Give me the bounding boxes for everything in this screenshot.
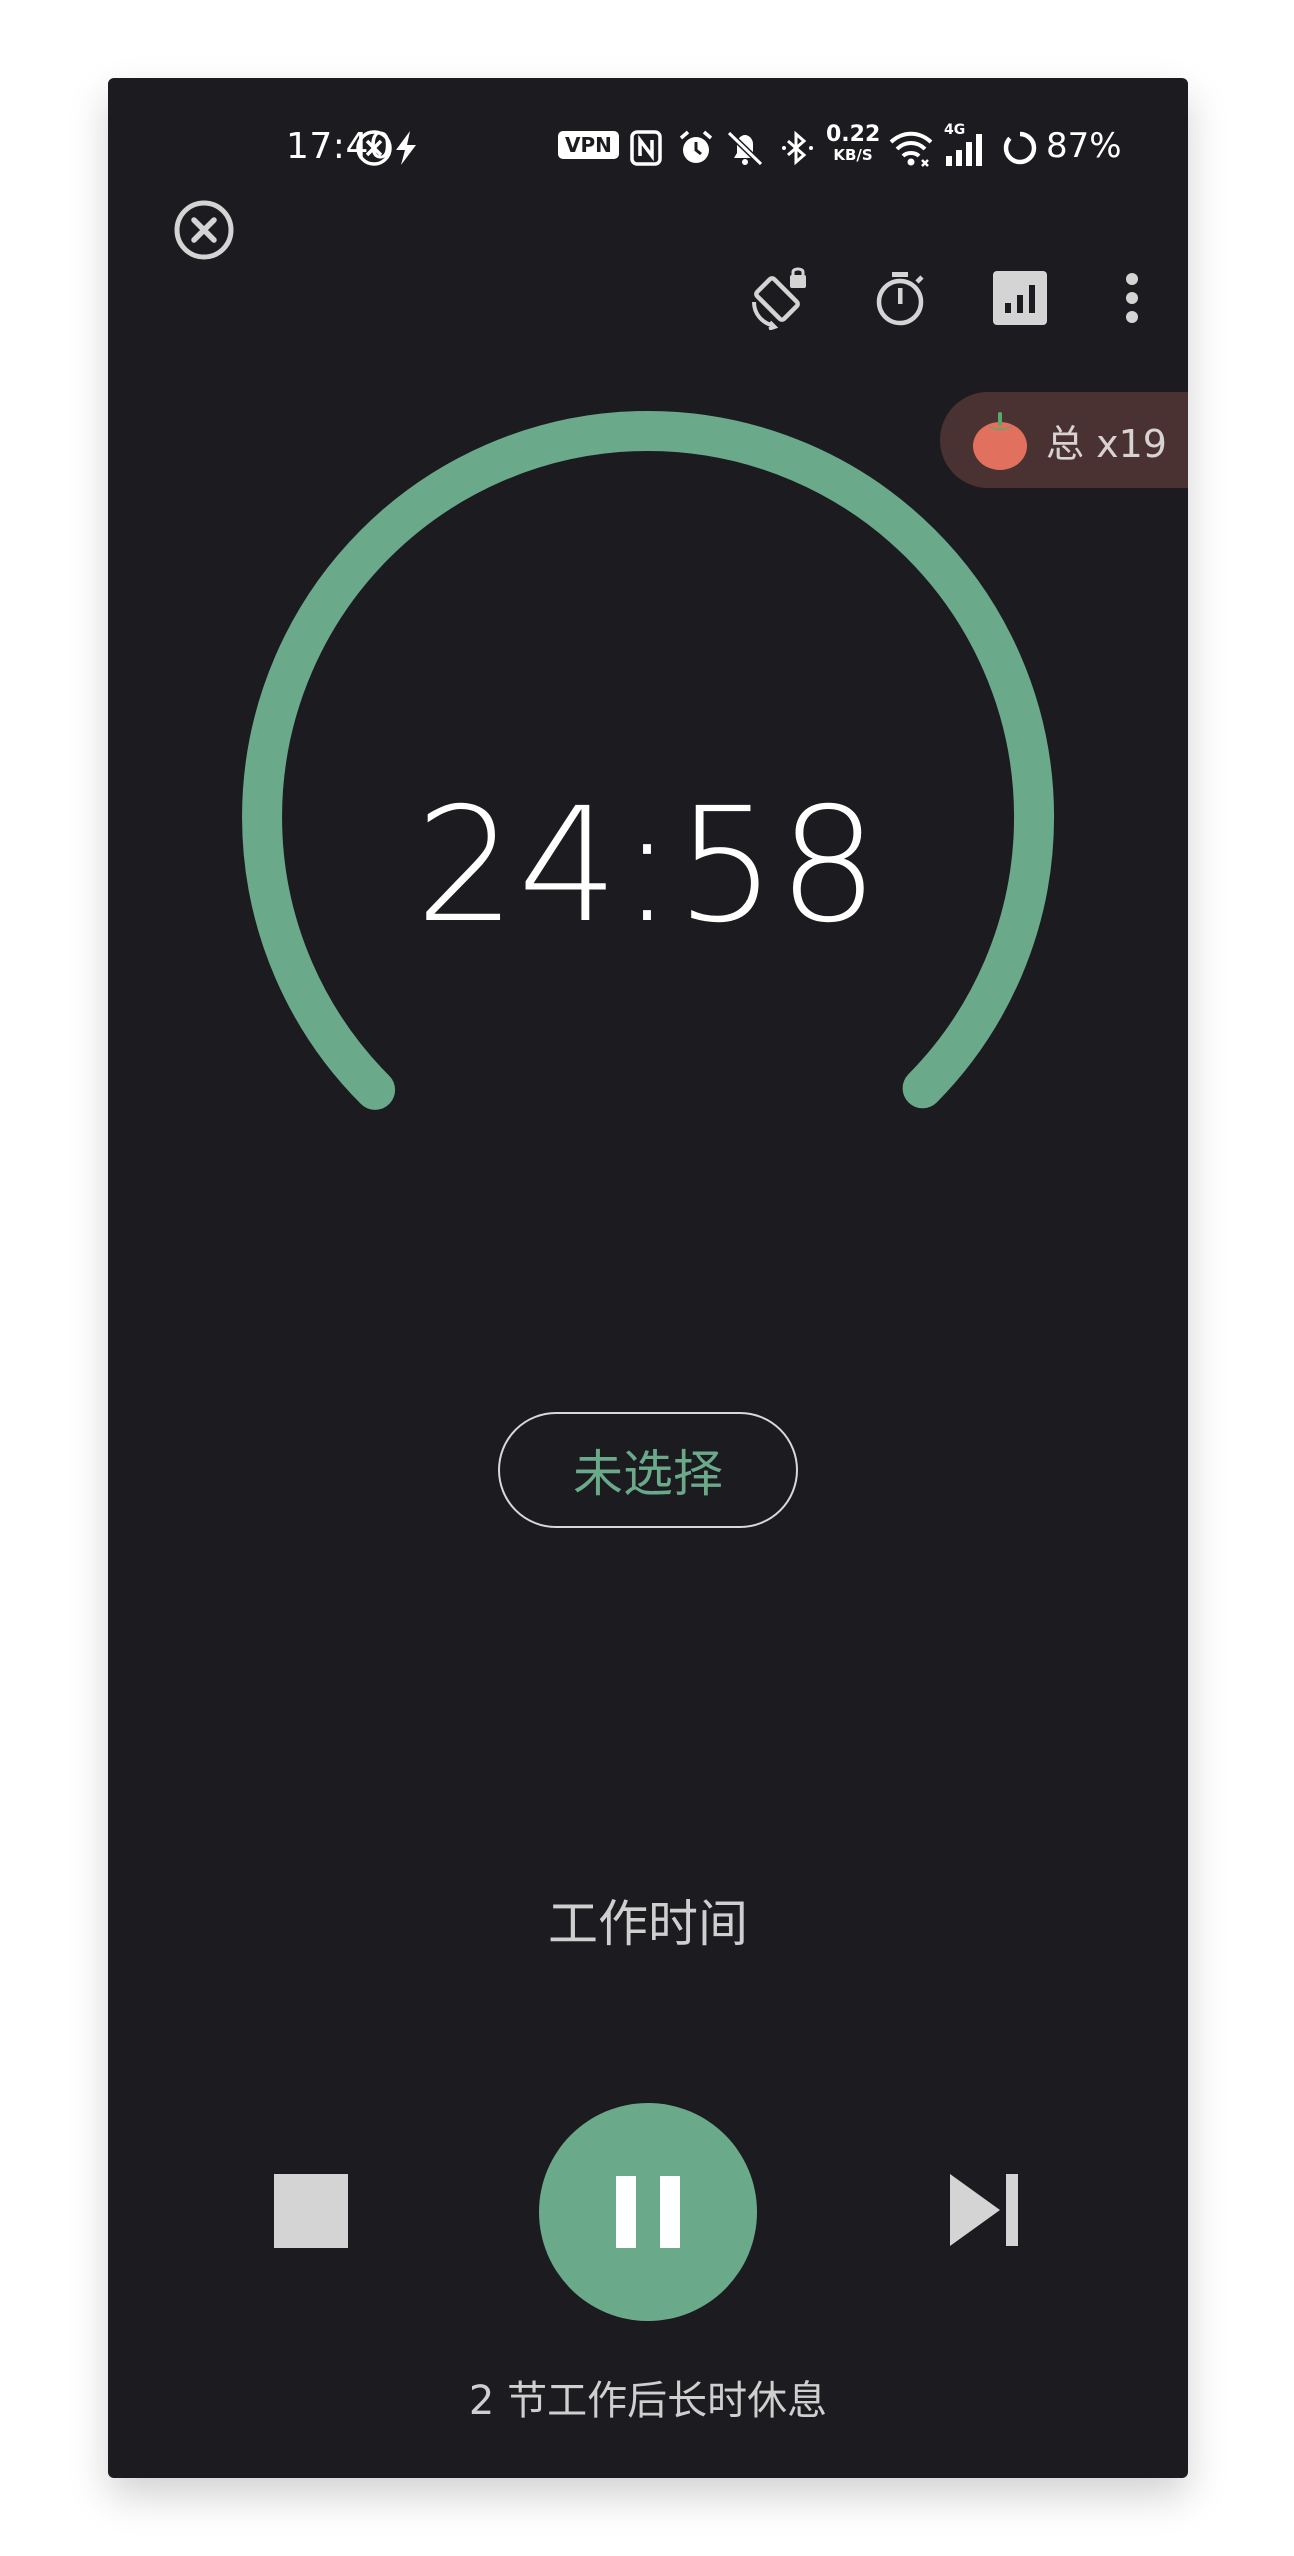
pause-icon — [616, 2176, 636, 2248]
skip-button[interactable] — [944, 2170, 1024, 2250]
progress-arc-stroke — [242, 411, 1055, 1110]
skip-next-icon — [950, 2174, 1018, 2246]
task-tag-button[interactable]: 未选择 — [498, 1412, 798, 1528]
stop-button[interactable] — [274, 2174, 348, 2248]
session-type-label: 工作时间 — [548, 1895, 748, 1953]
pause-button[interactable] — [539, 2103, 757, 2321]
long-break-info: 2 节工作后长时休息 — [468, 2378, 828, 2424]
timer-progress-arc — [242, 411, 1055, 1110]
timer-display: 24:58 — [415, 774, 881, 958]
app-screen: 17:40 VPN 0.22 KB/S 4G 87% 总 x19 24:58 未… — [108, 78, 1188, 2478]
pause-icon-bar — [660, 2176, 680, 2248]
